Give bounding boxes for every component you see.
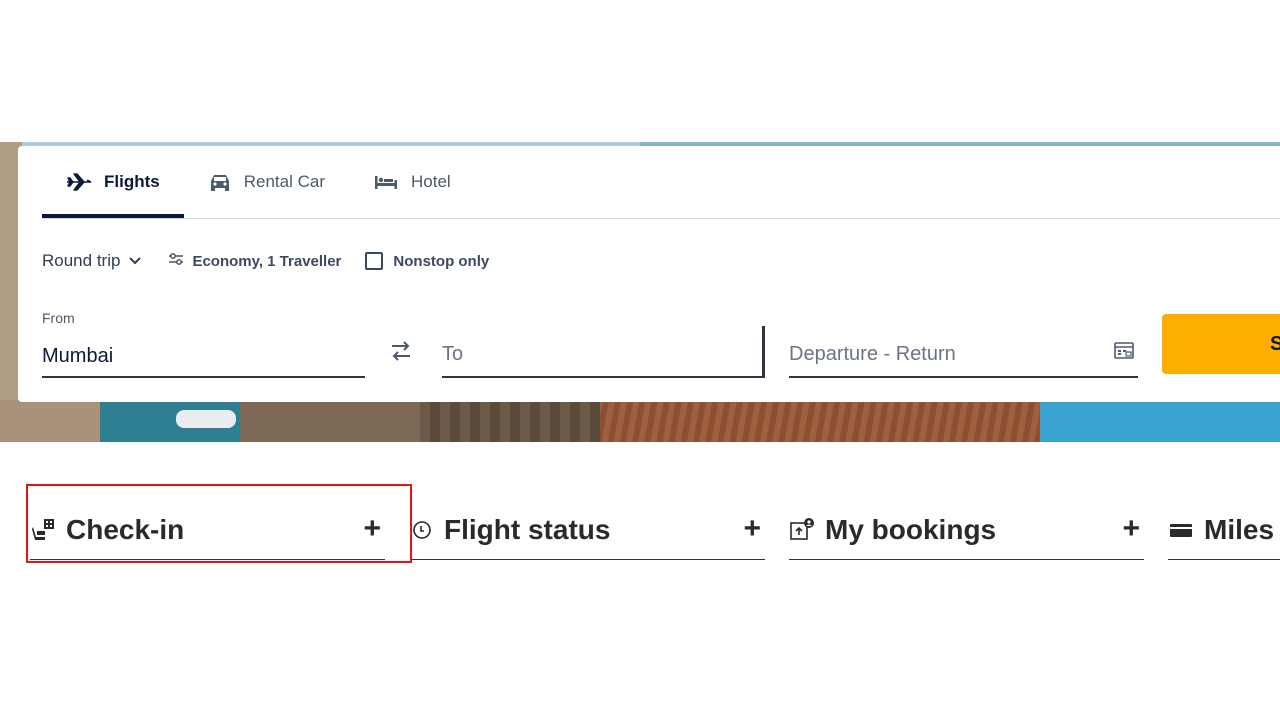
- flight-search-card: Flights Rental Car Hotel Round trip Econ…: [18, 146, 1280, 402]
- search-options: Round trip Economy, 1 Traveller Nonstop …: [42, 250, 489, 272]
- quick-link-check-in[interactable]: Check-in +: [30, 500, 385, 560]
- boarding-pass-seat-icon: [30, 517, 56, 543]
- swap-icon[interactable]: [390, 338, 412, 369]
- dates-input[interactable]: Departure - Return: [789, 343, 956, 366]
- tab-divider: [42, 218, 1280, 219]
- quick-link-flight-status[interactable]: Flight status +: [410, 500, 765, 560]
- quick-link-label: My bookings: [825, 513, 997, 545]
- clock-icon: [410, 518, 434, 542]
- quick-link-label: Miles: [1204, 513, 1275, 545]
- to-field[interactable]: To: [442, 326, 765, 378]
- sliders-icon: [168, 252, 184, 270]
- search-button[interactable]: S: [1162, 314, 1280, 374]
- trip-type-label: Round trip: [42, 251, 121, 270]
- tab-hotel[interactable]: Hotel: [349, 146, 475, 218]
- from-label: From: [42, 310, 75, 326]
- bookings-icon: [789, 517, 815, 543]
- to-input[interactable]: To: [442, 343, 463, 366]
- plus-icon[interactable]: +: [743, 514, 761, 544]
- chevron-down-icon: [128, 251, 142, 271]
- plus-icon[interactable]: +: [363, 514, 381, 544]
- quick-link-label: Flight status: [444, 513, 611, 545]
- plus-icon[interactable]: +: [1122, 514, 1140, 544]
- bed-icon: [373, 172, 399, 192]
- tab-flights[interactable]: Flights: [42, 146, 184, 218]
- from-input[interactable]: Mumbai: [42, 345, 113, 368]
- trip-type-select[interactable]: Round trip: [42, 251, 142, 271]
- search-button-label: S: [1270, 332, 1280, 355]
- tab-label: Hotel: [410, 172, 451, 191]
- airplane-icon: [66, 172, 92, 192]
- calendar-icon[interactable]: [1114, 341, 1134, 364]
- cabin-travellers-select[interactable]: Economy, 1 Traveller: [168, 252, 341, 270]
- tab-rental-car[interactable]: Rental Car: [184, 146, 349, 218]
- from-field[interactable]: From Mumbai: [42, 310, 365, 378]
- nonstop-checkbox[interactable]: Nonstop only: [365, 252, 489, 270]
- tab-label: Rental Car: [243, 172, 325, 191]
- checkbox-box[interactable]: [365, 252, 384, 270]
- card-icon: [1168, 520, 1194, 540]
- nonstop-label: Nonstop only: [393, 252, 490, 270]
- quick-link-miles[interactable]: Miles: [1168, 500, 1280, 560]
- cabin-travellers-label: Economy, 1 Traveller: [192, 252, 342, 270]
- tab-label: Flights: [104, 172, 160, 191]
- quick-link-my-bookings[interactable]: My bookings +: [789, 500, 1144, 560]
- dates-field[interactable]: Departure - Return: [789, 326, 1138, 378]
- search-tabs: Flights Rental Car Hotel: [42, 146, 475, 218]
- car-icon: [208, 172, 232, 192]
- quick-link-label: Check-in: [66, 513, 185, 545]
